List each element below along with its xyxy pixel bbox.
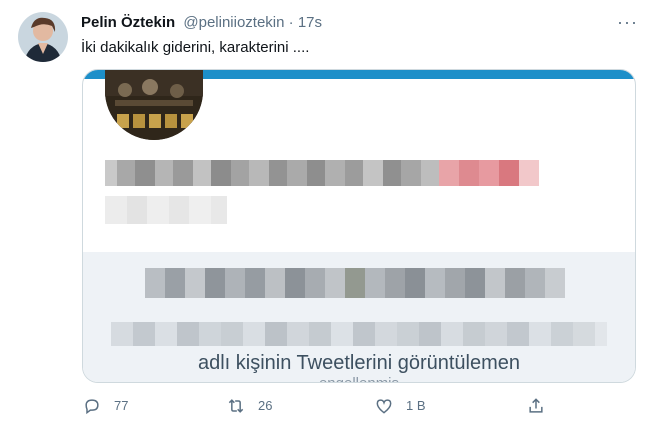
- tweet-actions: 77 26 1 B: [0, 396, 660, 420]
- blurred-handle: [105, 196, 227, 224]
- reply-button[interactable]: 77: [82, 396, 128, 416]
- retweet-button[interactable]: 26: [226, 396, 272, 416]
- heart-icon: [376, 399, 392, 414]
- reply-count: 77: [114, 398, 129, 413]
- blocked-caption: adlı kişinin Tweetlerini görüntülemen: [197, 352, 521, 374]
- more-icon[interactable]: ···: [617, 12, 638, 33]
- blurred-headline: [145, 268, 565, 298]
- like-button[interactable]: 1 B: [374, 396, 426, 416]
- like-count: 1 B: [406, 398, 426, 413]
- author-handle[interactable]: @peliniioztekin: [183, 14, 284, 31]
- blurred-notice-line: [111, 322, 607, 346]
- embedded-profile-photo: [105, 70, 203, 140]
- blocked-caption-cut: engellenmiş: [83, 375, 635, 382]
- author-avatar[interactable]: [18, 12, 68, 62]
- header-separator: ·: [288, 14, 294, 31]
- share-icon: [529, 398, 543, 413]
- embedded-image[interactable]: adlı kişinin Tweetlerini görüntülemen en…: [82, 69, 636, 383]
- tweet-time[interactable]: 17s: [298, 14, 322, 31]
- tweet-header: Pelin Öztekin @peliniioztekin · 17s: [81, 14, 322, 32]
- share-button[interactable]: [526, 396, 558, 416]
- author-name[interactable]: Pelin Öztekin: [81, 14, 175, 31]
- tweet-text: İki dakikalık giderini, karakterini ....: [81, 39, 310, 56]
- retweet-icon: [228, 399, 244, 413]
- blurred-name: [105, 160, 557, 186]
- reply-icon: [85, 399, 99, 415]
- retweet-count: 26: [258, 398, 273, 413]
